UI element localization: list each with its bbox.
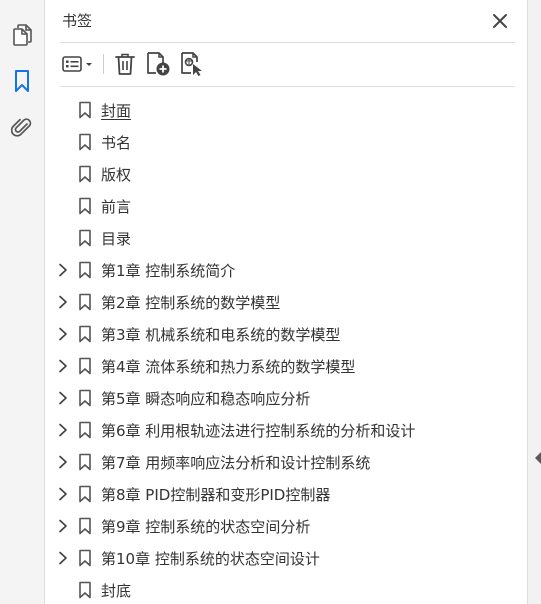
bookmark-item[interactable]: 版权 (45, 158, 527, 190)
expand-chevron-icon[interactable] (56, 550, 70, 566)
trash-icon (115, 53, 135, 75)
bookmark-item[interactable]: 第1章 控制系统简介 (45, 254, 527, 286)
bookmark-item[interactable]: 第5章 瞬态响应和稳态响应分析 (45, 382, 527, 414)
bookmark-label: 第4章 流体系统和热力系统的数学模型 (101, 358, 356, 376)
bookmark-item[interactable]: 第6章 利用根轨迹法进行控制系统的分析和设计 (45, 414, 527, 446)
find-bookmark-button[interactable] (178, 50, 206, 78)
panel-title: 书签 (62, 12, 93, 30)
attachment-icon[interactable] (9, 114, 35, 140)
bookmark-item[interactable]: 封底 (45, 574, 527, 604)
bookmark-item[interactable]: 第4章 流体系统和热力系统的数学模型 (45, 350, 527, 382)
bookmark-ribbon-icon (78, 325, 92, 343)
bookmark-label: 封底 (101, 582, 132, 600)
bookmark-item[interactable]: 书名 (45, 126, 527, 158)
toolbar-divider (60, 86, 515, 87)
bookmark-label: 封面 (101, 102, 132, 120)
bookmark-ribbon-icon (78, 165, 92, 183)
bookmark-ribbon-icon (78, 197, 92, 215)
bookmark-item[interactable]: 第9章 控制系统的状态空间分析 (45, 510, 527, 542)
new-bookmark-button[interactable] (144, 50, 172, 78)
bookmark-ribbon-icon (78, 293, 92, 311)
bookmark-label: 第8章 PID控制器和变形PID控制器 (101, 486, 331, 504)
bookmark-item[interactable]: 前言 (45, 190, 527, 222)
options-list-icon (62, 56, 92, 72)
bookmark-label: 第5章 瞬态响应和稳态响应分析 (101, 390, 311, 408)
expand-chevron-icon[interactable] (56, 262, 70, 278)
bookmark-ribbon-icon (78, 517, 92, 535)
new-bookmark-icon (147, 52, 170, 76)
bookmark-item[interactable]: 目录 (45, 222, 527, 254)
expand-chevron-icon[interactable] (56, 454, 70, 470)
left-tool-rail (0, 0, 45, 604)
bookmarks-window: 书签 封面 书名 版权 前言 目录 第1章 控制系统简介 第2章 控制系统的数学… (0, 0, 541, 604)
expand-chevron-icon[interactable] (56, 518, 70, 534)
toolbar-separator (103, 54, 104, 74)
bookmark-label: 书名 (101, 134, 132, 152)
panel-splitter[interactable] (527, 0, 541, 604)
bookmark-item[interactable]: 第7章 用频率响应法分析和设计控制系统 (45, 446, 527, 478)
bookmark-item[interactable]: 第2章 控制系统的数学模型 (45, 286, 527, 318)
options-menu-button[interactable] (60, 50, 96, 78)
bookmark-item[interactable]: 第3章 机械系统和电系统的数学模型 (45, 318, 527, 350)
bookmark-label: 第1章 控制系统简介 (101, 262, 236, 280)
close-panel-button[interactable] (489, 10, 511, 32)
bookmark-label: 前言 (101, 198, 132, 216)
expand-chevron-icon[interactable] (56, 486, 70, 502)
collapse-panel-arrow-icon[interactable] (535, 452, 541, 464)
bookmark-label: 第3章 机械系统和电系统的数学模型 (101, 326, 341, 344)
expand-chevron-icon[interactable] (56, 358, 70, 374)
bookmark-item[interactable]: 第10章 控制系统的状态空间设计 (45, 542, 527, 574)
expand-chevron-icon[interactable] (56, 294, 70, 310)
bookmark-toolbar (60, 48, 515, 80)
bookmark-ribbon-icon (78, 261, 92, 279)
bookmark-ribbon-icon (78, 133, 92, 151)
expand-chevron-icon[interactable] (56, 390, 70, 406)
bookmark-ribbon-icon (78, 229, 92, 247)
bookmark-ribbon-icon (78, 549, 92, 567)
bookmark-ribbon-icon (78, 581, 92, 599)
find-bookmark-icon (181, 52, 202, 76)
bookmark-list: 封面书名版权前言目录第1章 控制系统简介第2章 控制系统的数学模型第3章 机械系… (45, 94, 527, 604)
bookmark-ribbon-icon (78, 453, 92, 471)
bookmark-label: 第7章 用频率响应法分析和设计控制系统 (101, 454, 371, 472)
bookmark-label: 第10章 控制系统的状态空间设计 (101, 550, 320, 568)
bookmark-ribbon-icon (78, 421, 92, 439)
bookmark-label: 第6章 利用根轨迹法进行控制系统的分析和设计 (101, 422, 416, 440)
bookmarks-panel: 书签 封面 书名 版权 前言 目录 第1章 控制系统简介 第2章 控制系统的数学… (45, 0, 527, 604)
bookmark-ribbon-icon (78, 485, 92, 503)
bookmark-label: 第9章 控制系统的状态空间分析 (101, 518, 311, 536)
delete-bookmark-button[interactable] (111, 50, 139, 78)
close-icon (493, 14, 507, 28)
expand-chevron-icon[interactable] (56, 422, 70, 438)
bookmark-item[interactable]: 封面 (45, 94, 527, 126)
bookmark-label: 目录 (101, 230, 132, 248)
pages-icon[interactable] (9, 22, 35, 48)
expand-chevron-icon[interactable] (56, 326, 70, 342)
bookmark-label: 版权 (101, 166, 132, 184)
bookmark-icon[interactable] (9, 68, 35, 94)
bookmark-item[interactable]: 第8章 PID控制器和变形PID控制器 (45, 478, 527, 510)
bookmark-ribbon-icon (78, 101, 92, 119)
bookmark-ribbon-icon (78, 357, 92, 375)
bookmark-ribbon-icon (78, 389, 92, 407)
header-divider (60, 42, 515, 43)
bookmark-label: 第2章 控制系统的数学模型 (101, 294, 281, 312)
